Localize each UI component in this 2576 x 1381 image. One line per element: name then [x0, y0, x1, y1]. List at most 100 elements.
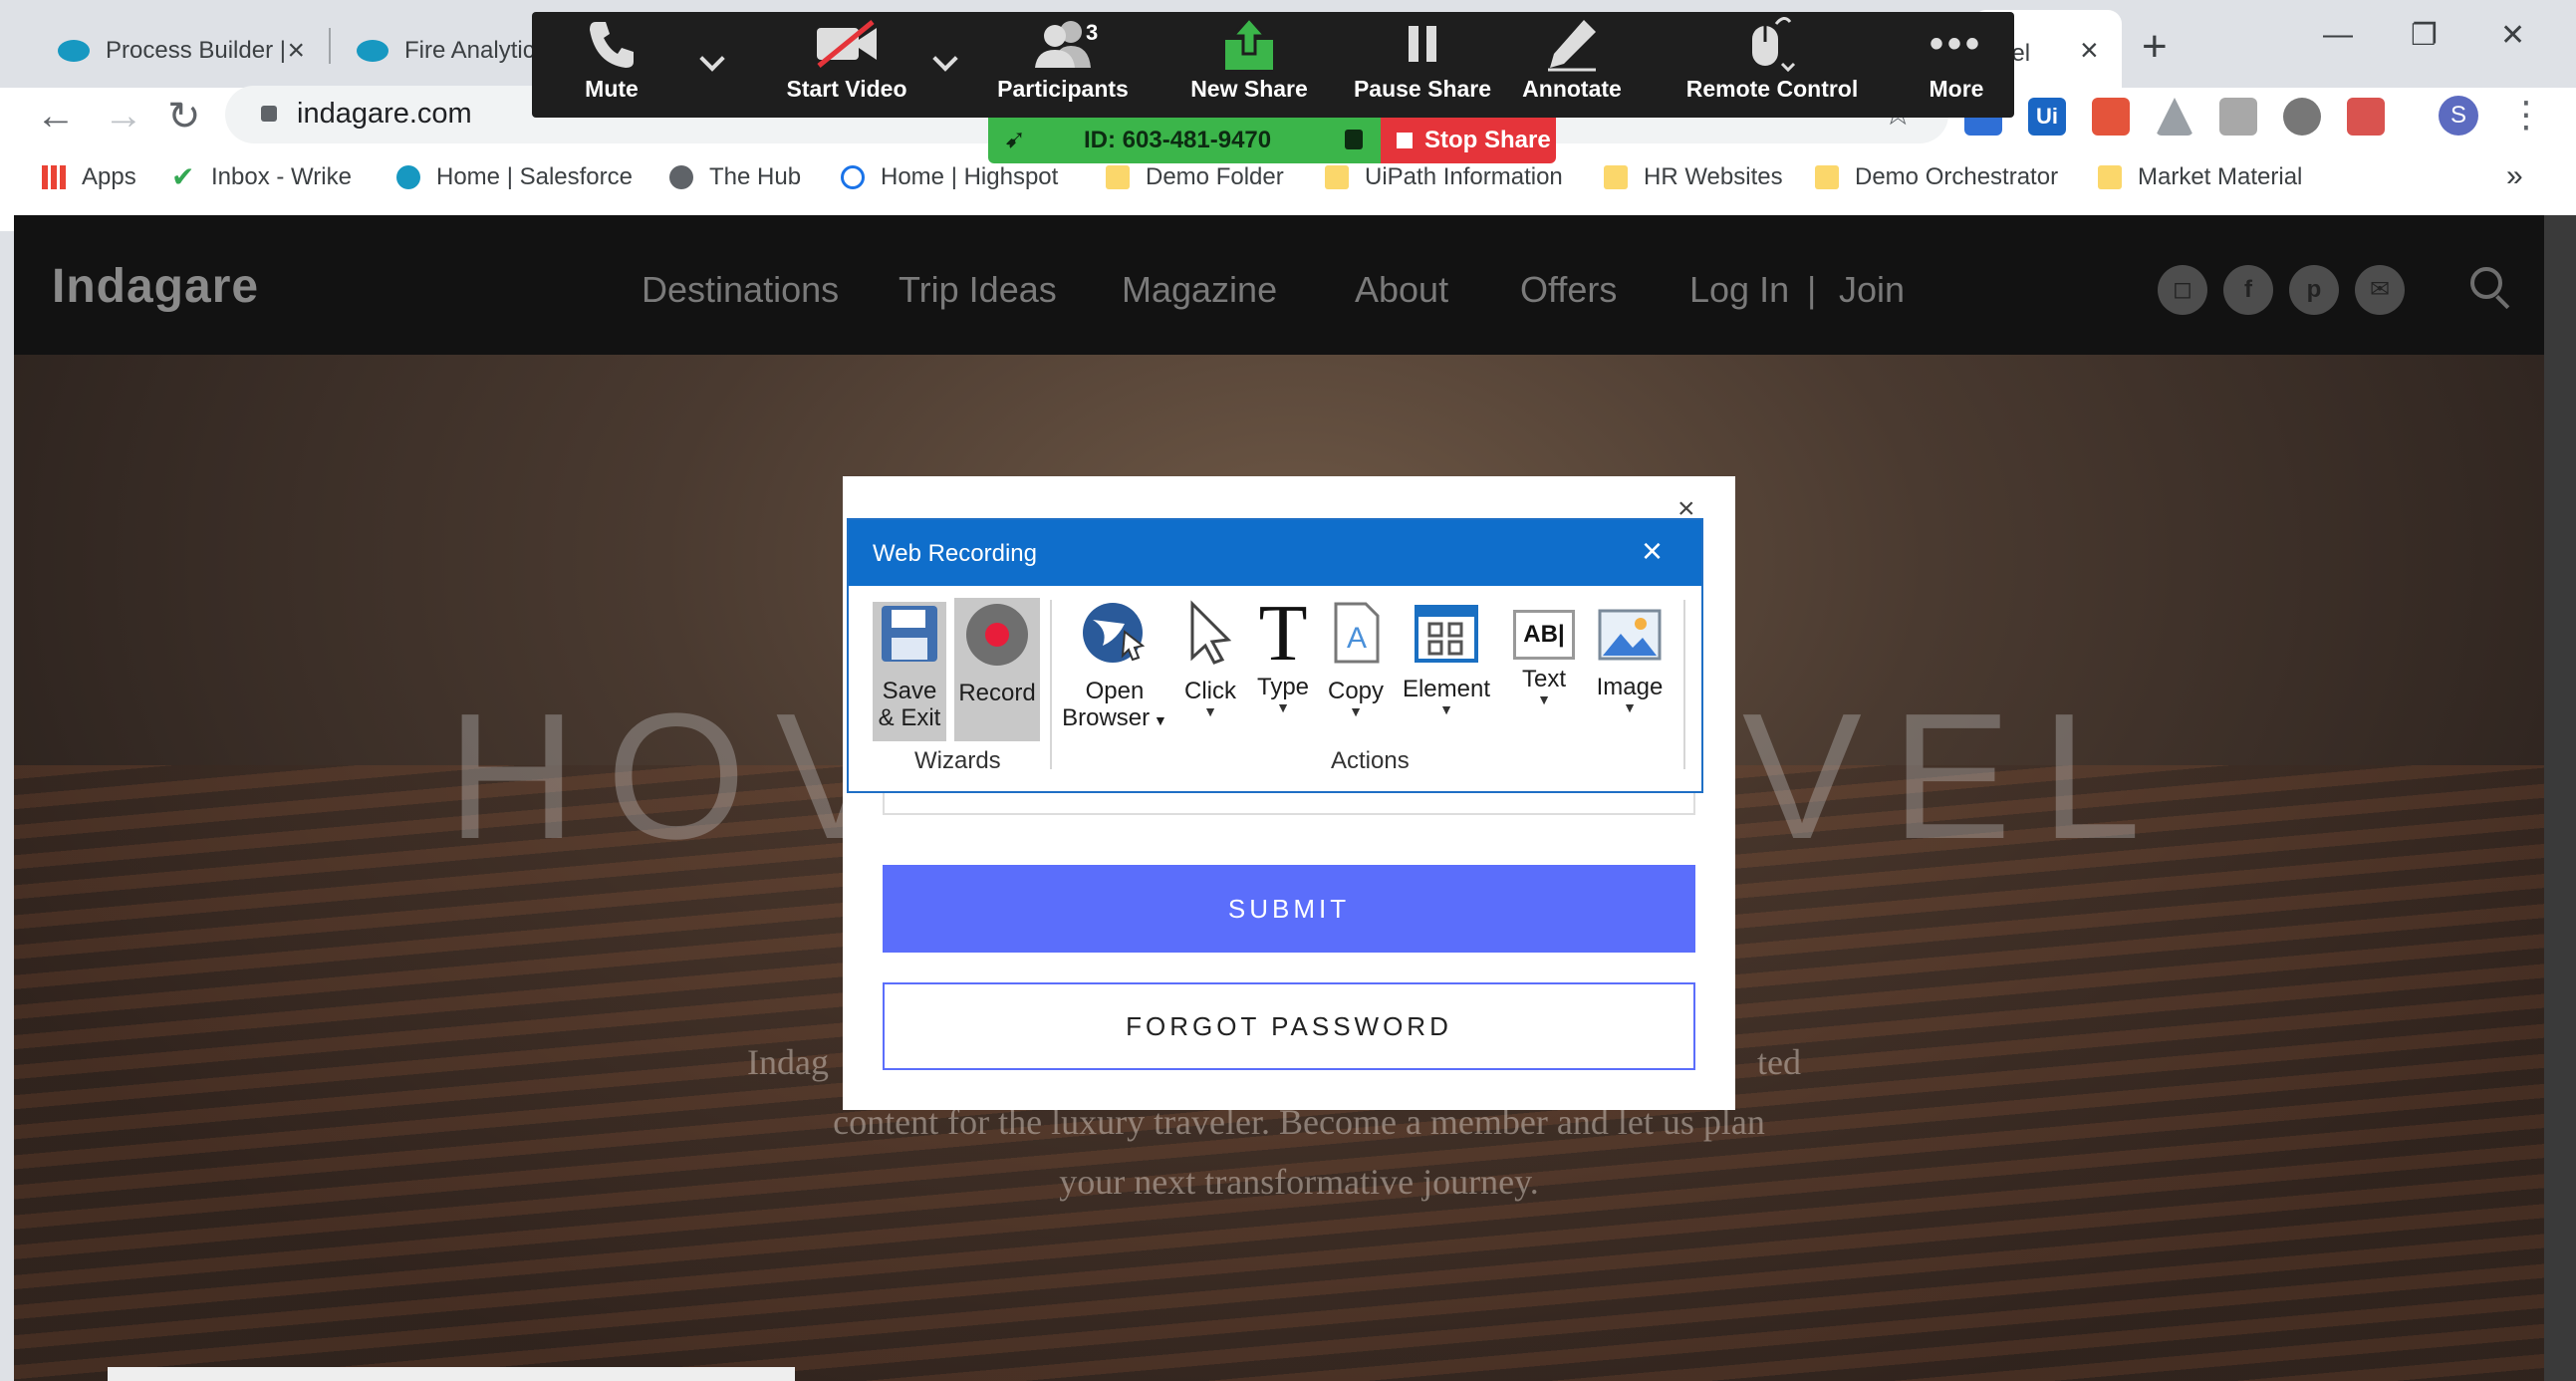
stop-share-button[interactable]: Stop Share	[1381, 118, 1556, 163]
pen-icon	[1548, 20, 1596, 72]
bookmark-highspot[interactable]: Home | Highspot	[841, 163, 1058, 191]
browser-menu-icon[interactable]: ⋮	[2508, 94, 2544, 136]
nav-divider: |	[1807, 269, 1817, 310]
recorder-title: Web Recording	[873, 540, 1037, 567]
click-button[interactable]: Click ▼	[1177, 600, 1243, 718]
pinterest-icon[interactable]: p	[2289, 265, 2339, 315]
open-browser-button[interactable]: Open Browser ▼	[1060, 600, 1169, 734]
image-picture-icon	[1598, 609, 1662, 661]
hero-title-right: VEL	[1741, 677, 2172, 877]
tab-title: Fire Analytics	[404, 37, 547, 64]
open-browser-label-2: Browser	[1062, 704, 1151, 731]
save-exit-label-1: Save	[882, 678, 937, 704]
nav-trip-ideas[interactable]: Trip Ideas	[899, 269, 1057, 311]
close-window-button[interactable]: ✕	[2500, 18, 2525, 53]
type-button[interactable]: T Type ▼	[1251, 594, 1315, 715]
bookmark-wrike[interactable]: ✔ Inbox - Wrike	[171, 163, 352, 191]
reload-button[interactable]: ↻	[167, 94, 201, 139]
bookmark-demo-orchestrator[interactable]: Demo Orchestrator	[1815, 163, 2058, 191]
recorder-title-bar: Web Recording ×	[849, 520, 1701, 586]
recorder-close-icon[interactable]: ×	[1642, 530, 1663, 572]
bookmark-label: Demo Folder	[1146, 163, 1284, 190]
browser-tab-fire-analytics[interactable]: Fire Analytics	[333, 14, 552, 88]
forward-button[interactable]: →	[104, 94, 143, 138]
nav-about[interactable]: About	[1355, 269, 1448, 311]
bookmark-label: Home | Salesforce	[436, 163, 633, 190]
dropdown-caret-icon: ▼	[1276, 699, 1290, 715]
participants-button[interactable]: 3 Participants	[988, 12, 1138, 118]
start-video-button[interactable]: Start Video	[757, 12, 936, 118]
restore-window-button[interactable]: ❐	[2411, 18, 2438, 53]
nav-destinations[interactable]: Destinations	[642, 269, 839, 311]
new-share-button[interactable]: New Share	[1169, 12, 1329, 118]
bookmarks-overflow-icon[interactable]: »	[2506, 159, 2523, 193]
bookmark-hr-websites[interactable]: HR Websites	[1604, 163, 1783, 191]
bookmark-market-material[interactable]: Market Material	[2098, 163, 2302, 191]
record-button[interactable]: Record	[954, 598, 1040, 741]
extension-star-icon[interactable]	[2092, 98, 2130, 136]
more-label: More	[1929, 76, 1984, 102]
bookmark-label: UiPath Information	[1365, 163, 1563, 190]
meeting-id-bar[interactable]: ➹ ID: 603-481-9470	[988, 118, 1383, 163]
site-header: Indagare Destinations Trip Ideas Magazin…	[14, 215, 2544, 355]
video-off-icon	[817, 20, 877, 68]
mute-button[interactable]: Mute	[562, 12, 661, 118]
pdf-extension-icon[interactable]	[2347, 98, 2385, 136]
bookmark-uipath-information[interactable]: UiPath Information	[1325, 163, 1563, 191]
bookmark-salesforce[interactable]: Home | Salesforce	[396, 163, 633, 191]
forgot-password-button[interactable]: FORGOT PASSWORD	[883, 982, 1695, 1070]
facebook-icon[interactable]: f	[2223, 265, 2273, 315]
tab-close-icon[interactable]: ×	[2080, 32, 2099, 69]
page-scrollbar[interactable]	[2544, 215, 2576, 1381]
open-browser-label-1: Open	[1085, 678, 1145, 704]
nav-log-in[interactable]: Log In	[1689, 269, 1789, 311]
new-tab-button[interactable]: +	[2142, 22, 2168, 72]
pause-share-button[interactable]: Pause Share	[1343, 12, 1502, 118]
submit-button[interactable]: SUBMIT	[883, 865, 1695, 953]
dropdown-caret-icon: ▼	[1537, 691, 1551, 707]
tab-close-icon[interactable]: ×	[287, 34, 305, 68]
site-logo[interactable]: Indagare	[52, 259, 259, 314]
mouse-icon	[1752, 17, 1796, 73]
profile-avatar[interactable]: S	[2439, 96, 2478, 136]
extension-circle-icon[interactable]	[2283, 98, 2321, 136]
search-icon[interactable]	[2470, 267, 2502, 299]
element-button[interactable]: Element ▼	[1397, 604, 1496, 716]
bookmark-demo-folder[interactable]: Demo Folder	[1106, 163, 1284, 191]
back-button[interactable]: ←	[36, 94, 76, 138]
copy-button[interactable]: A Copy ▼	[1323, 600, 1389, 718]
url-text[interactable]: indagare.com	[297, 98, 472, 131]
save-exit-button[interactable]: Save & Exit	[873, 602, 946, 741]
nav-join[interactable]: Join	[1839, 269, 1905, 311]
bookmark-apps[interactable]: Apps	[42, 163, 136, 191]
bookmark-the-hub[interactable]: The Hub	[669, 163, 801, 191]
browser-tab-process-builder[interactable]: Process Builder | ×	[34, 14, 329, 88]
nav-offers[interactable]: Offers	[1520, 269, 1617, 311]
bookmark-extension-icon[interactable]	[2219, 98, 2257, 136]
text-button[interactable]: AB| Text ▼	[1506, 610, 1582, 706]
folder-icon	[2098, 165, 2122, 189]
minimize-window-button[interactable]: —	[2323, 18, 2353, 52]
bookmark-label: The Hub	[709, 163, 802, 190]
image-button[interactable]: Image ▼	[1590, 608, 1670, 714]
nav-magazine[interactable]: Magazine	[1122, 269, 1277, 311]
mail-icon[interactable]: ✉	[2355, 265, 2405, 315]
phone-icon	[590, 22, 634, 68]
audio-options-chevron-icon[interactable]	[699, 46, 725, 72]
lock-icon[interactable]	[261, 106, 277, 122]
uipath-extension-icon[interactable]: Ui	[2028, 98, 2066, 136]
instagram-icon[interactable]: ◻	[2158, 265, 2207, 315]
stop-share-label: Stop Share	[1424, 127, 1551, 153]
bookmark-label: Apps	[82, 163, 136, 190]
globe-icon	[669, 165, 693, 189]
text-abi-icon: AB|	[1513, 610, 1575, 660]
type-label: Type	[1256, 674, 1310, 700]
more-button[interactable]: ••• More	[1907, 12, 2006, 118]
video-options-chevron-icon[interactable]	[932, 46, 958, 72]
image-label: Image	[1596, 674, 1664, 700]
dropdown-caret-icon: ▼	[1349, 703, 1363, 719]
bookmark-label: Demo Orchestrator	[1855, 163, 2059, 190]
web-recording-panel: Web Recording × Save & Exit Record Wizar…	[847, 518, 1703, 793]
annotate-button[interactable]: Annotate	[1512, 12, 1632, 118]
remote-control-button[interactable]: Remote Control	[1677, 12, 1867, 118]
